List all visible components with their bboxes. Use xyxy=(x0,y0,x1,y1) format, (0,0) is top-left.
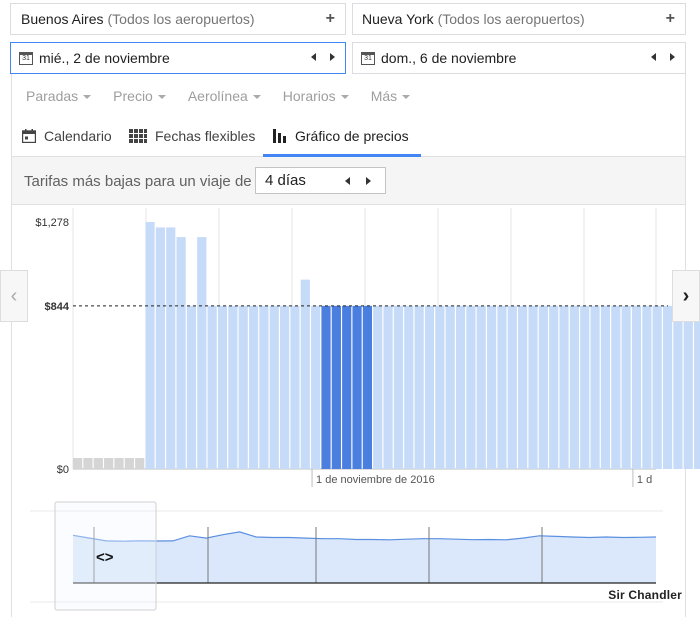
price-bar xyxy=(166,227,176,469)
price-bar xyxy=(476,305,486,469)
price-bar xyxy=(269,305,279,469)
x-tick-label: 1 de noviembre de 2016 xyxy=(316,474,435,486)
no-data-bar xyxy=(93,458,103,469)
no-data-bar xyxy=(73,458,83,469)
price-bar xyxy=(559,305,569,469)
price-bar xyxy=(518,305,528,469)
price-bar xyxy=(290,305,300,469)
price-bar xyxy=(642,305,652,469)
x-tick-label: 1 d xyxy=(637,474,652,486)
price-bar xyxy=(186,305,197,469)
price-bar xyxy=(424,305,435,469)
price-bar xyxy=(435,305,445,469)
no-data-bar xyxy=(135,458,145,469)
highlighted-bar xyxy=(331,305,341,469)
overview-drag-handle-icon: <> xyxy=(96,549,114,566)
y-tick-label: $1,278 xyxy=(35,217,69,229)
price-bar xyxy=(280,305,290,469)
price-bar xyxy=(217,305,228,469)
price-bar xyxy=(238,305,248,469)
price-bar xyxy=(455,305,466,469)
price-bar xyxy=(538,305,548,469)
price-bar xyxy=(311,305,321,469)
no-data-bar xyxy=(114,458,124,469)
no-data-bar xyxy=(104,458,114,469)
price-bar xyxy=(569,305,579,469)
price-bar xyxy=(176,237,186,469)
y-tick-label: $844 xyxy=(45,301,70,313)
price-bar xyxy=(145,222,155,469)
highlighted-bar xyxy=(342,305,352,469)
price-bar xyxy=(466,305,476,469)
price-bar xyxy=(155,227,165,469)
price-bar xyxy=(631,305,642,469)
price-bar xyxy=(373,305,383,469)
price-bar xyxy=(590,305,600,469)
price-bar xyxy=(383,305,393,469)
chevron-right-icon: › xyxy=(682,284,690,307)
no-data-bar xyxy=(83,458,93,469)
price-bar xyxy=(652,305,662,469)
price-bar xyxy=(507,305,517,469)
price-bar xyxy=(694,305,700,469)
chart-prev-button[interactable]: ‹ xyxy=(0,270,28,322)
price-bar xyxy=(683,305,693,469)
price-bar xyxy=(393,305,404,469)
price-bar xyxy=(621,305,631,469)
price-bar xyxy=(404,305,414,469)
no-data-bar xyxy=(124,458,134,469)
highlighted-bar xyxy=(362,305,372,469)
price-chart: $1,278 $844 $0 1 de noviembre de 2016 1 d <> xyxy=(30,208,700,611)
price-bar xyxy=(300,279,310,469)
credit-text: Sir Chandler xyxy=(608,588,682,602)
overview-chart: <> xyxy=(30,501,663,611)
price-bar xyxy=(248,305,259,469)
price-bar xyxy=(207,305,217,469)
chevron-left-icon: ‹ xyxy=(10,284,18,307)
price-bar xyxy=(580,305,590,469)
chart-bars xyxy=(73,222,700,469)
price-bar xyxy=(259,305,269,469)
price-bar xyxy=(414,305,424,469)
price-bar xyxy=(497,305,507,469)
price-bar xyxy=(611,305,621,469)
chart-next-button[interactable]: › xyxy=(672,270,700,322)
highlighted-bar xyxy=(352,305,362,469)
y-tick-label: $0 xyxy=(57,464,69,476)
price-bar xyxy=(445,305,455,469)
price-bar xyxy=(662,305,673,469)
price-bar xyxy=(673,305,683,469)
highlighted-bar xyxy=(321,305,331,469)
price-bar xyxy=(487,305,497,469)
price-bar xyxy=(528,305,538,469)
price-bar xyxy=(600,305,611,469)
price-bar xyxy=(197,237,207,469)
price-bar xyxy=(228,305,238,469)
price-bar xyxy=(549,305,559,469)
